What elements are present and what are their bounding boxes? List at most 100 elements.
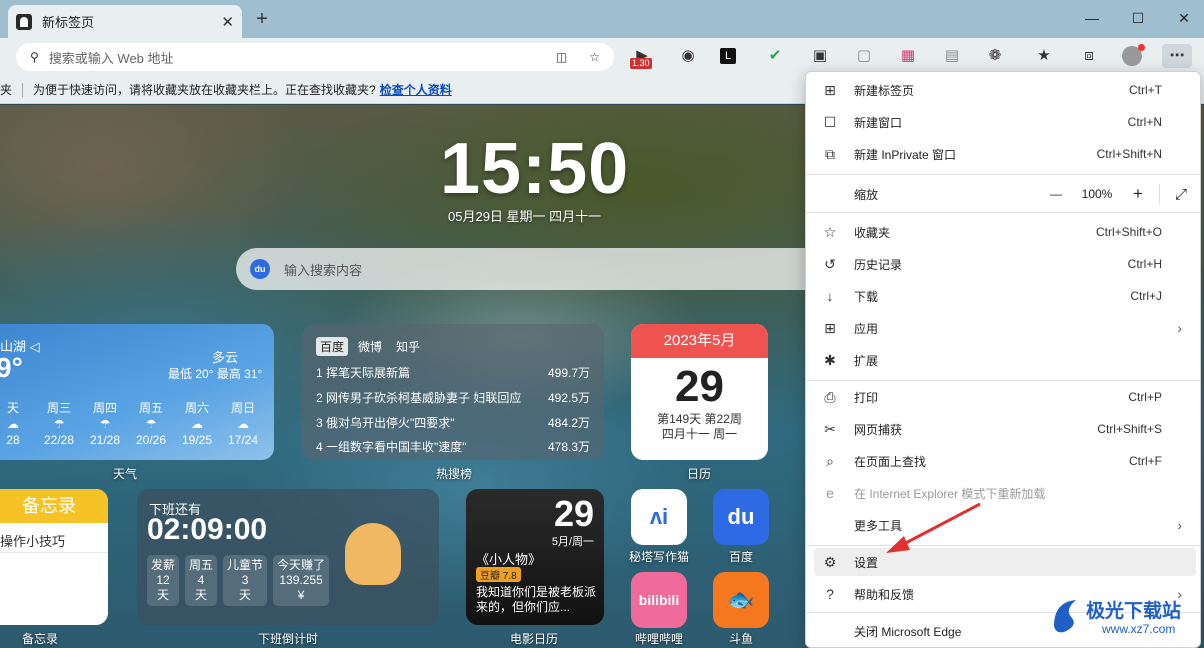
favorites-icon: ☆ [823,223,837,240]
extension-lu-icon[interactable]: L [720,48,736,64]
countdown-widget[interactable]: 下班还有 02:09:00 发薪 12 天 周五 4 天 儿童节 3 天 今天赚了 139.2… [137,489,439,625]
app-mita[interactable]: ʌi [631,489,687,545]
notification-dot-icon [1138,44,1145,51]
calendar-day: 29 [675,362,724,411]
menu-item-more-tools[interactable]: 更多工具 › [814,511,1196,539]
tab-favicon-icon [16,13,32,30]
cloud-icon: ☁ [237,417,249,431]
weather-widget[interactable]: 山湖 ◁ 9° 多云 最低 20° 最高 31° 天 ☁ 28 周三 ☂ 22/28 周… [0,324,274,460]
add-favorite-icon[interactable]: ☆ [589,50,600,64]
extension-image-icon[interactable]: ▣ [808,44,832,68]
watermark-logo-icon [1054,600,1076,633]
apps-icon: ⊞ [824,319,836,336]
watermark-url: www.xz7.com [1102,622,1176,636]
movie-widget[interactable]: 29 5月/周一 《小人物》 豆瓣 7.8 我知道你们是被老板派来的，但你们应.… [466,489,604,625]
minimize-button[interactable]: — [1082,8,1102,28]
menu-item-favorites[interactable]: ☆ 收藏夹 Ctrl+Shift+O [814,218,1196,246]
tab-close-button[interactable]: ✕ [221,13,234,31]
extension-shield-icon[interactable]: ✔ [763,44,787,68]
address-input[interactable]: 搜索或输入 Web 地址 [49,48,556,67]
zoom-in-button[interactable]: + [1123,184,1153,204]
menu-item-print[interactable]: ⎙ 打印 Ctrl+P [814,383,1196,411]
address-bar[interactable]: ⚲ 搜索或输入 Web 地址 ◫ ☆ [16,43,614,71]
divider [806,212,1200,213]
menu-item-history[interactable]: ↺ 历史记录 Ctrl+H [814,250,1196,278]
cloud-icon: ☁ [7,417,19,431]
ie-icon: e [826,485,834,501]
movie-name: 《小人物》 [476,552,542,567]
movie-score: 豆瓣 7.8 [476,567,521,582]
close-window-button[interactable]: ✕ [1174,8,1194,28]
menu-item-extensions[interactable]: ✱ 扩展 [814,346,1196,374]
calendar-lunar: 四月十一 周一 [661,427,738,441]
new-tab-icon: ⊞ [824,81,836,98]
list-item[interactable]: 2 网传男子砍杀柯基威胁妻子 妇联回应 492.5万 [316,389,590,406]
hot-search-widget[interactable]: 百度 微博 知乎 1 挥笔天际展新篇 499.7万 2 网传男子砍杀柯基威胁妻子 … [302,324,604,460]
extension-clip-icon[interactable]: ▢ [852,44,876,68]
divider [22,82,24,97]
menu-item-find[interactable]: ⌕ 在页面上查找 Ctrl+F [814,447,1196,475]
tab-zhihu[interactable]: 知乎 [392,337,424,356]
reading-view-icon[interactable]: ◫ [556,50,567,64]
profile-avatar[interactable] [1122,44,1145,66]
tab-new-tab[interactable]: 新标签页 ✕ [8,5,242,38]
forecast-day: 周五 ☂ 20/26 [128,400,174,448]
calendar-week: 第149天 第22周 [657,412,742,426]
calendar-header: 2023年5月 [631,324,768,358]
maximize-button[interactable]: ☐ [1128,8,1148,28]
calendar-widget[interactable]: 2023年5月 29 第149天 第22周 四月十一 周一 [631,324,768,460]
collections-icon[interactable]: ⧈ [1077,44,1101,68]
menu-item-apps[interactable]: ⊞ 应用 › [814,314,1196,342]
window-icon: ☐ [823,113,837,130]
movie-day: 29 [553,493,594,534]
check-profile-link[interactable]: 检查个人资料 [380,81,452,98]
baidu-logo-icon[interactable]: du [250,259,270,279]
extension-gift-icon[interactable]: ▦ [896,44,920,68]
menu-item-settings[interactable]: ⚙ 设置 [814,548,1196,576]
fullscreen-button[interactable]: ⤢ [1166,186,1196,203]
list-item[interactable]: 4 一组数字看中国丰收"速度" 478.3万 [316,438,590,455]
find-icon: ⌕ [826,452,834,469]
extensions-icon[interactable]: ❁ [983,44,1007,68]
forecast-day: 周三 ☂ 22/28 [36,400,82,448]
favorites-icon[interactable]: ★ [1032,44,1056,68]
extension-photo-icon[interactable]: ▤ [940,44,964,68]
zoom-out-button[interactable]: — [1041,187,1071,201]
memo-item[interactable]: 操作小技巧 [0,523,108,553]
menu-item-new-tab[interactable]: ⊞ 新建标签页 Ctrl+T [814,76,1196,104]
cat-illustration-icon [345,523,401,585]
list-item[interactable]: 1 挥笔天际展新篇 499.7万 [316,364,590,381]
page-search-input[interactable]: 输入搜索内容 [284,260,362,279]
title-bar: 新标签页 ✕ + — ☐ ✕ [0,0,1204,38]
app-bilibili[interactable]: bilibili [631,572,687,628]
tab-weibo[interactable]: 微博 [354,337,386,356]
list-item[interactable]: 3 俄对乌开出停火"四要求" 484.2万 [316,414,590,431]
rain-icon: ☂ [99,417,111,431]
settings-and-more-button[interactable]: ⋯ [1162,44,1192,68]
chevron-right-icon: › [1177,320,1182,336]
app-douyu[interactable]: 🐟 [713,572,769,628]
favorites-bar-hint: 为便于快速访问，请将收藏夹放在收藏夹栏上。正在查找收藏夹? [33,83,376,97]
settings-menu: ⊞ 新建标签页 Ctrl+T ☐ 新建窗口 Ctrl+N ⧉ 新建 InPrivate 窗… [805,71,1201,648]
app-baidu[interactable]: du [713,489,769,545]
cloud-icon: ☁ [191,417,203,431]
calendar-label: 日历 [687,467,712,481]
memo-widget[interactable]: 备忘录 操作小技巧 [0,489,108,625]
search-icon: ⚲ [30,50,39,64]
weather-temp: 9° [0,352,23,383]
tab-baidu[interactable]: 百度 [316,337,349,356]
history-icon: ↺ [824,255,836,272]
menu-item-web-capture[interactable]: ✂ 网页捕获 Ctrl+Shift+S [814,415,1196,443]
page-search-box[interactable]: du 输入搜索内容 [236,248,826,290]
menu-item-downloads[interactable]: ↓ 下载 Ctrl+J [814,282,1196,310]
menu-item-new-window[interactable]: ☐ 新建窗口 Ctrl+N [814,108,1196,136]
countdown-box: 发薪 12 天 [147,555,180,606]
divider [806,174,1200,175]
menu-item-inprivate[interactable]: ⧉ 新建 InPrivate 窗口 Ctrl+Shift+N [814,140,1196,168]
countdown-box: 今天赚了 139.255 ¥ [273,555,330,606]
watermark: 极光下载站 www.xz7.com [1050,594,1200,644]
extension-video-icon[interactable]: 1.30 ▶ [630,44,654,69]
extension-robot-icon[interactable]: ◉ [676,44,700,68]
download-icon: ↓ [826,288,834,304]
new-tab-button[interactable]: + [252,8,272,30]
